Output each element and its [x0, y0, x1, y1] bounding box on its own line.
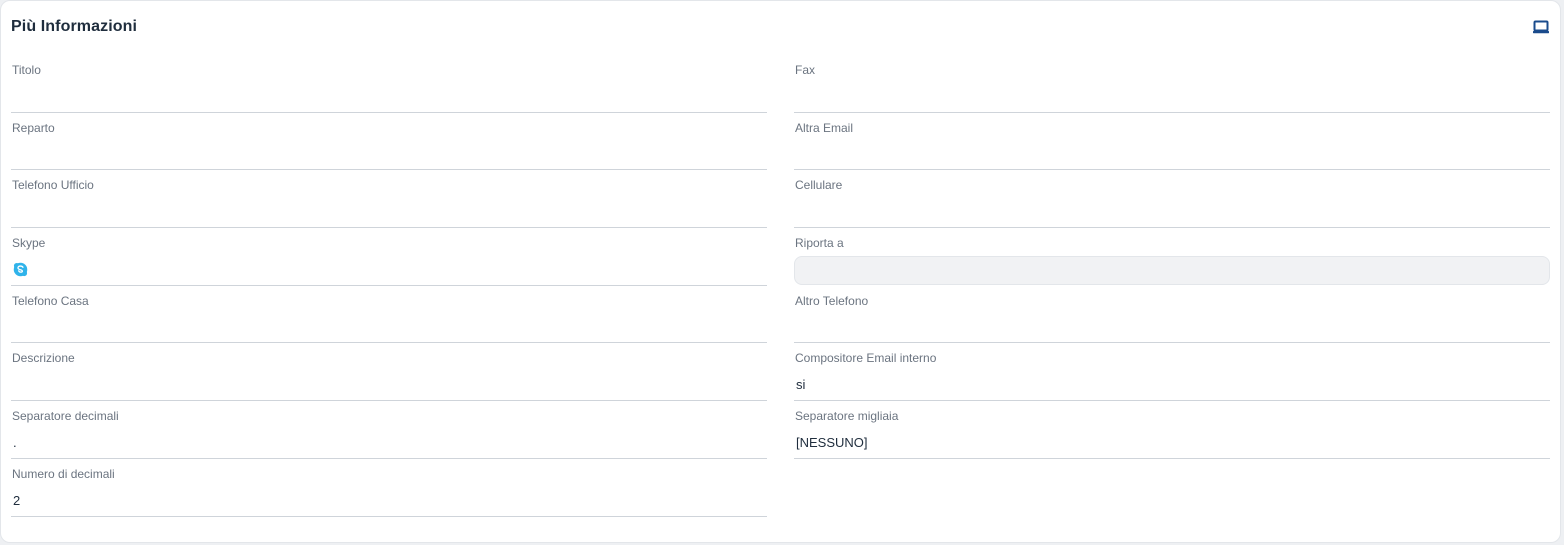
laptop-icon[interactable]	[1533, 20, 1549, 34]
field-skype[interactable]: Skype	[11, 228, 767, 286]
field-label: Numero di decimali	[12, 466, 115, 481]
field-descrizione[interactable]: Descrizione	[11, 343, 767, 402]
field-value: .	[13, 435, 17, 451]
field-label: Skype	[12, 236, 46, 251]
field-compositore-email[interactable]: Compositore Email interno si	[794, 343, 1550, 402]
panel-title: Più Informazioni	[11, 18, 138, 35]
empty-grid-cell	[794, 459, 1550, 517]
field-label: Separatore migliaia	[795, 409, 899, 424]
field-label: Telefono Casa	[12, 293, 89, 308]
readonly-value-box	[794, 256, 1550, 286]
skype-icon[interactable]	[13, 262, 28, 277]
field-value: 2	[13, 492, 21, 508]
field-separatore-decimali[interactable]: Separatore decimali .	[11, 401, 767, 459]
fields-grid: Titolo Fax Reparto Altra Email Telefono …	[11, 55, 1551, 517]
field-altra-email[interactable]: Altra Email	[794, 113, 1550, 171]
field-label: Titolo	[12, 63, 41, 77]
field-label: Fax	[795, 63, 816, 77]
field-value: [NESSUNO]	[796, 435, 868, 451]
field-riporta-a: Riporta a	[794, 228, 1550, 286]
more-info-panel: Più Informazioni Titolo Fax Reparto Altr…	[0, 0, 1561, 543]
field-reparto[interactable]: Reparto	[11, 113, 767, 171]
field-altro-telefono[interactable]: Altro Telefono	[794, 286, 1550, 344]
field-label: Separatore decimali	[12, 409, 119, 424]
field-label: Altro Telefono	[795, 293, 869, 308]
field-label: Descrizione	[12, 351, 75, 366]
field-cellulare[interactable]: Cellulare	[794, 170, 1550, 229]
field-numero-decimali[interactable]: Numero di decimali 2	[11, 459, 767, 517]
field-fax[interactable]: Fax	[794, 55, 1550, 113]
field-label: Reparto	[12, 120, 55, 135]
field-label: Compositore Email interno	[795, 351, 937, 366]
field-titolo[interactable]: Titolo	[11, 55, 767, 113]
field-label: Altra Email	[795, 120, 854, 135]
field-value: si	[796, 377, 806, 393]
field-telefono-casa[interactable]: Telefono Casa	[11, 286, 767, 344]
field-label: Telefono Ufficio	[12, 178, 94, 193]
field-label: Cellulare	[795, 178, 843, 193]
field-telefono-ufficio[interactable]: Telefono Ufficio	[11, 170, 767, 229]
field-label: Riporta a	[795, 236, 844, 251]
field-separatore-migliaia[interactable]: Separatore migliaia [NESSUNO]	[794, 401, 1550, 459]
